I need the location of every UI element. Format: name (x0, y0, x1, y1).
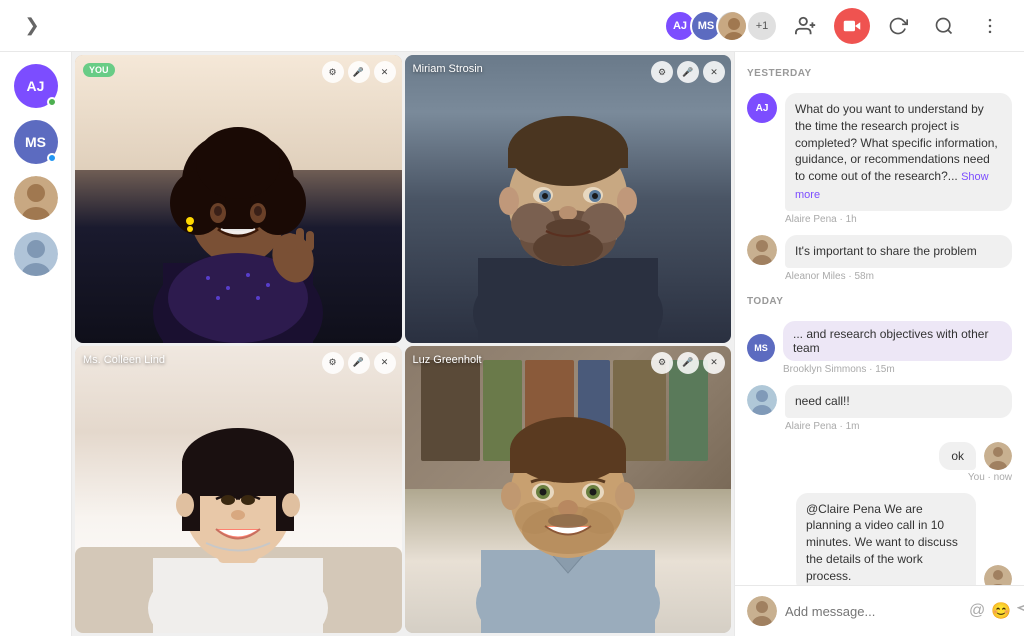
chat-message-4: need call!! Alaire Pena · 1m (747, 385, 1012, 432)
participant-avatars: AJ MS +1 (664, 10, 778, 42)
online-indicator (47, 97, 57, 107)
emoji-icon[interactable]: 😊 (991, 601, 1011, 621)
sync-button[interactable] (880, 8, 916, 44)
header-right: AJ MS +1 (664, 8, 1008, 44)
tile-ctrl-close-2[interactable]: ✕ (703, 61, 725, 83)
msg-bubble-ok: ok (939, 442, 976, 470)
msg-body-4: need call!! Alaire Pena · 1m (785, 385, 1012, 432)
msg-body-3: ... and research objectives with other t… (783, 321, 1012, 375)
msg-bubble-4: need call!! (785, 385, 1012, 418)
msg-avatar-ms: MS (747, 334, 775, 362)
tile-name-colleen: Ms. Colleen Lind (83, 354, 165, 366)
tile-ctrl-close-4[interactable]: ✕ (703, 352, 725, 374)
you-badge: YOU (83, 63, 115, 77)
header-left: ❯ (16, 10, 48, 42)
msg-bubble-1: What do you want to understand by the ti… (785, 93, 1012, 211)
msg-meta-2: Aleanor Miles · 58m (785, 271, 1012, 282)
tile-ctrl-close-1[interactable]: ✕ (374, 61, 396, 83)
add-user-button[interactable] (788, 8, 824, 44)
send-icon[interactable] (1017, 601, 1024, 622)
chat-panel: YESTERDAY AJ What do you want to underst… (734, 52, 1024, 636)
tile-ctrl-mic-4[interactable]: 🎤 (677, 352, 699, 374)
chat-message-2: It's important to share the problem Alea… (747, 235, 1012, 282)
sidebar: AJ MS (0, 52, 72, 636)
back-button[interactable]: ❯ (16, 10, 48, 42)
msg-bubble-video: @Claire Pena We are planning a video cal… (796, 493, 976, 585)
chat-input-user-avatar (747, 596, 777, 626)
chat-message-3: MS ... and research objectives with othe… (747, 321, 1012, 375)
msg-bubble-3: ... and research objectives with other t… (783, 321, 1012, 361)
tile-controls-1: ⚙ 🎤 ✕ (322, 61, 396, 83)
tile-name-luz: Luz Greenholt (413, 354, 482, 366)
tile-ctrl-settings-3[interactable]: ⚙ (322, 352, 344, 374)
tile-controls-2: ⚙ 🎤 ✕ (651, 61, 725, 83)
msg-meta-3: Brooklyn Simmons · 15m (783, 364, 1012, 375)
header: ❯ AJ MS +1 (0, 0, 1024, 52)
avatar-photo-header[interactable] (716, 10, 748, 42)
msg-avatar-aj: AJ (747, 93, 777, 123)
chat-input-icons: @ 😊 (969, 601, 1024, 622)
video-grid: YOU ⚙ 🎤 ✕ (72, 52, 734, 636)
msg-avatar-you-1 (984, 442, 1012, 470)
tile-ctrl-settings-4[interactable]: ⚙ (651, 352, 673, 374)
msg-avatar-photo (747, 235, 777, 265)
main-content: AJ MS (0, 52, 1024, 636)
tile-ctrl-mic-2[interactable]: 🎤 (677, 61, 699, 83)
msg-body-2: It's important to share the problem Alea… (785, 235, 1012, 282)
video-tile-luz: Luz Greenholt ⚙ 🎤 ✕ (405, 346, 732, 634)
tile-controls-3: ⚙ 🎤 ✕ (322, 352, 396, 374)
tile-controls-4: ⚙ 🎤 ✕ (651, 352, 725, 374)
tile-name-miriam: Miriam Strosin (413, 63, 483, 75)
tile-ctrl-settings-1[interactable]: ⚙ (322, 61, 344, 83)
more-options-button[interactable] (972, 8, 1008, 44)
msg-bubble-2: It's important to share the problem (785, 235, 1012, 268)
video-tile-colleen: Ms. Colleen Lind ⚙ 🎤 ✕ (75, 346, 402, 634)
msg-meta-1: Alaire Pena · 1h (785, 214, 1012, 225)
video-tile-you: YOU ⚙ 🎤 ✕ (75, 55, 402, 343)
msg-avatar-alaire (747, 385, 777, 415)
chat-message-6: @Claire Pena We are planning a video cal… (747, 493, 1012, 585)
tile-ctrl-mic-3[interactable]: 🎤 (348, 352, 370, 374)
search-button[interactable] (926, 8, 962, 44)
mention-icon[interactable]: @ (969, 602, 985, 620)
video-tile-miriam: Miriam Strosin ⚙ 🎤 ✕ (405, 55, 732, 343)
sidebar-avatar-user3[interactable] (14, 176, 58, 220)
msg-meta-5: You · now (968, 472, 1012, 483)
msg-meta-4: Alaire Pena · 1m (785, 421, 1012, 432)
chevron-icon: ❯ (24, 15, 39, 36)
msg-avatar-you-2 (984, 565, 1012, 585)
sidebar-avatar-aj[interactable]: AJ (14, 64, 58, 108)
chat-message-5: ok You · now (747, 442, 1012, 483)
sidebar-avatar-ms[interactable]: MS (14, 120, 58, 164)
tile-ctrl-close-3[interactable]: ✕ (374, 352, 396, 374)
msg-body-1: What do you want to understand by the ti… (785, 93, 1012, 225)
tile-ctrl-mic-1[interactable]: 🎤 (348, 61, 370, 83)
chat-message-1: AJ What do you want to understand by the… (747, 93, 1012, 225)
chat-messages-list: YESTERDAY AJ What do you want to underst… (735, 52, 1024, 585)
sidebar-avatar-user4[interactable] (14, 232, 58, 276)
message-input[interactable] (785, 604, 961, 619)
away-indicator (47, 153, 57, 163)
tile-ctrl-settings-2[interactable]: ⚙ (651, 61, 673, 83)
avatar-plus-count[interactable]: +1 (746, 10, 778, 42)
day-label-today: TODAY (747, 296, 1012, 307)
video-call-button[interactable] (834, 8, 870, 44)
day-label-yesterday: YESTERDAY (747, 68, 1012, 79)
chat-input-area: @ 😊 (735, 585, 1024, 636)
